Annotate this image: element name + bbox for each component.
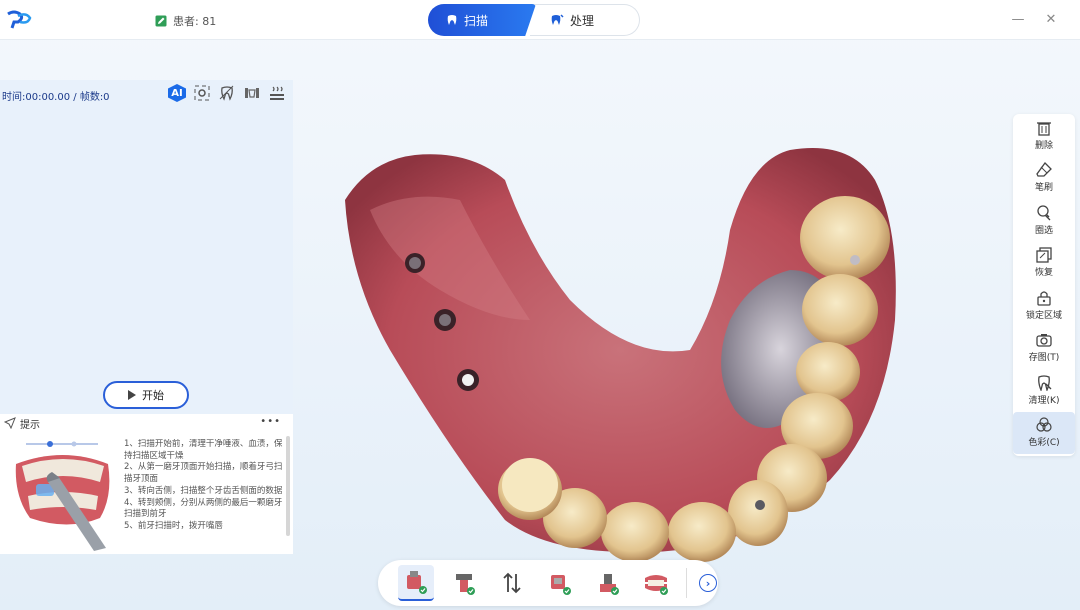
bite-scan-button[interactable] [638, 565, 674, 601]
tooth-scan-icon[interactable] [218, 84, 236, 102]
tip-line-1: 1、扫描开始前，清理干净唾液、血渍，保持扫描区域干燥 [124, 439, 283, 461]
delete-tool-label: 删除 [1034, 140, 1053, 151]
lower-implant-icon [600, 574, 619, 595]
patient-label: 患者: 81 [173, 15, 217, 28]
edit-icon[interactable] [155, 15, 167, 27]
tab-process-label: 处理 [570, 13, 595, 28]
clean-tool[interactable]: 清理(K) [1013, 369, 1075, 412]
eraser-icon [1036, 162, 1052, 177]
play-icon [128, 390, 136, 400]
tooth-clean-icon [1038, 375, 1052, 391]
restore-tool[interactable]: 恢复 [1013, 242, 1075, 285]
brush-tool[interactable]: 笔刷 [1013, 157, 1075, 200]
jaw-icon[interactable] [243, 84, 261, 102]
save-image-tool[interactable]: 存图(T) [1013, 327, 1075, 370]
patient-info[interactable]: 患者: 81 [155, 13, 216, 29]
focus-icon[interactable] [193, 84, 211, 102]
tips-more-button[interactable]: ••• [260, 416, 281, 427]
tips-panel: 提示 ••• 1、扫描开始前，清理干净唾液、血渍，保持扫描区域干燥 2、从第一磨… [0, 414, 293, 554]
brush-tool-label: 笔刷 [1034, 183, 1053, 194]
tab-scan-label: 扫描 [464, 13, 489, 28]
toolbar-divider [686, 568, 687, 598]
implant-scan-button[interactable] [446, 565, 482, 601]
start-button[interactable]: 开始 [103, 381, 189, 409]
lasso-tool[interactable]: 圈选 [1013, 199, 1075, 242]
restore-icon [1036, 247, 1052, 263]
tip-line-4: 4、转到颊侧，分别从两侧的最后一颗磨牙扫描到前牙 [124, 497, 283, 520]
tab-scan[interactable]: 扫描 [428, 4, 536, 36]
upper-jaw-check-icon [407, 571, 427, 594]
title-bar: 患者: 81 扫描 处理 — ✕ [0, 0, 1080, 40]
lock-area-tool-label: 锁定区域 [1025, 310, 1062, 321]
scan-tooth-icon [447, 15, 457, 25]
scan-guide-illustration [15, 441, 110, 551]
bite-jaw-icon [645, 575, 668, 595]
lock-icon [1037, 291, 1051, 306]
bottom-toolbar: › [378, 560, 718, 606]
app-logo-icon [7, 10, 32, 29]
restore-tool-label: 恢复 [1034, 268, 1053, 279]
swap-jaw-button[interactable] [494, 565, 530, 601]
tips-header: 提示 [0, 414, 293, 432]
next-step-button[interactable]: › [699, 574, 717, 592]
lasso-tool-label: 圈选 [1034, 225, 1053, 236]
right-tool-panel: 删除 笔刷 圈选 恢复 锁定区域 存图(T) 清理(K) 色彩(C) [1013, 114, 1075, 456]
tab-process[interactable]: 处理 [530, 4, 640, 36]
lower-jaw-check-icon [551, 575, 571, 595]
tips-scrollbar[interactable] [286, 436, 290, 536]
ai-icon[interactable]: AI [168, 84, 186, 102]
lock-area-tool[interactable]: 锁定区域 [1013, 284, 1075, 327]
tip-line-2: 2、从第一磨牙顶面开始扫描，顺着牙弓扫描牙顶面 [124, 462, 283, 485]
chevron-right-icon: › [705, 576, 711, 590]
color-tool-label: 色彩(C) [1028, 438, 1060, 449]
trash-icon [1037, 122, 1051, 136]
minimize-button[interactable]: — [1010, 12, 1026, 28]
tips-send-icon [4, 417, 16, 429]
scan-tool-icons: AI [168, 84, 286, 102]
tips-title: 提示 [20, 419, 40, 431]
tips-text: 1、扫描开始前，清理干净唾液、血渍，保持扫描区域干燥 2、从第一磨牙顶面开始扫描… [124, 439, 284, 551]
clean-tool-label: 清理(K) [1028, 395, 1060, 406]
process-tooth-icon [551, 14, 564, 25]
implant-icon [456, 574, 475, 595]
close-button[interactable]: ✕ [1043, 12, 1059, 28]
swap-arrows-icon [503, 572, 521, 594]
upper-jaw-scan-button[interactable] [398, 565, 434, 601]
delete-tool[interactable]: 删除 [1013, 114, 1075, 157]
color-icon [1036, 417, 1052, 432]
lasso-icon [1037, 205, 1051, 221]
lower-jaw-scan-button[interactable] [542, 565, 578, 601]
dental-scan-model[interactable] [330, 120, 900, 570]
save-image-tool-label: 存图(T) [1028, 353, 1060, 364]
color-tool[interactable]: 色彩(C) [1013, 411, 1075, 454]
tip-line-3: 3、转向舌侧，扫描整个牙齿舌侧面的数据 [124, 485, 283, 496]
scan-timer: 时间:00:00.00 / 帧数:0 [2, 92, 110, 103]
lower-implant-scan-button[interactable] [590, 565, 626, 601]
start-button-label: 开始 [142, 389, 164, 402]
mode-tabs: 扫描 处理 [428, 4, 640, 36]
camera-icon [1036, 334, 1052, 347]
heat-icon[interactable] [268, 84, 286, 102]
tip-line-5: 5、前牙扫描时，拨开嘴唇 [124, 520, 223, 531]
scan-panel: 时间:00:00.00 / 帧数:0 AI 开始 [0, 80, 293, 414]
